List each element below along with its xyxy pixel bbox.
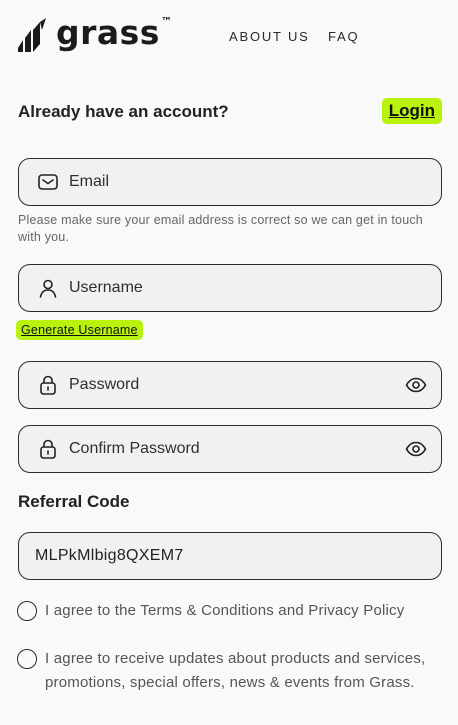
brand-name: grass [56, 13, 160, 52]
mail-icon [38, 174, 58, 190]
username-input[interactable] [59, 265, 441, 311]
grass-logo[interactable]: grass ™ [16, 16, 172, 54]
username-field[interactable] [18, 264, 442, 312]
email-input[interactable] [59, 159, 441, 205]
email-hint: Please make sure your email address is c… [18, 213, 423, 244]
referral-code-field[interactable] [18, 532, 442, 580]
updates-checkbox[interactable] [17, 649, 37, 669]
login-link[interactable]: Login [381, 98, 442, 124]
updates-label: I agree to receive updates about product… [45, 650, 426, 691]
lock-icon [40, 439, 56, 459]
lock-icon [40, 375, 56, 395]
nav-about-us[interactable]: ABOUT US [229, 29, 310, 44]
updates-checkbox-row[interactable]: I agree to receive updates about product… [17, 647, 442, 695]
account-question: Already have an account? [18, 102, 229, 121]
user-icon [39, 279, 57, 298]
email-field[interactable] [18, 158, 442, 206]
trademark-symbol: ™ [160, 15, 172, 28]
terms-label: I agree to the Terms & Conditions and Pr… [45, 602, 405, 619]
confirm-password-field[interactable] [18, 425, 442, 473]
password-input[interactable] [59, 362, 405, 408]
generate-username-link[interactable]: Generate Username [16, 320, 143, 340]
header: grass ™ ABOUT US FAQ [0, 0, 458, 72]
show-password-eye-icon[interactable] [405, 374, 427, 396]
account-row: Already have an account? Login [18, 98, 442, 126]
terms-checkbox-row[interactable]: I agree to the Terms & Conditions and Pr… [17, 599, 442, 623]
password-field[interactable] [18, 361, 442, 409]
terms-checkbox[interactable] [17, 601, 37, 621]
referral-code-label: Referral Code [18, 492, 130, 511]
grass-logo-icon [18, 18, 46, 52]
show-confirm-password-eye-icon[interactable] [405, 438, 427, 460]
nav-faq[interactable]: FAQ [328, 29, 359, 44]
referral-code-input[interactable] [19, 533, 441, 579]
confirm-password-input[interactable] [59, 426, 405, 472]
